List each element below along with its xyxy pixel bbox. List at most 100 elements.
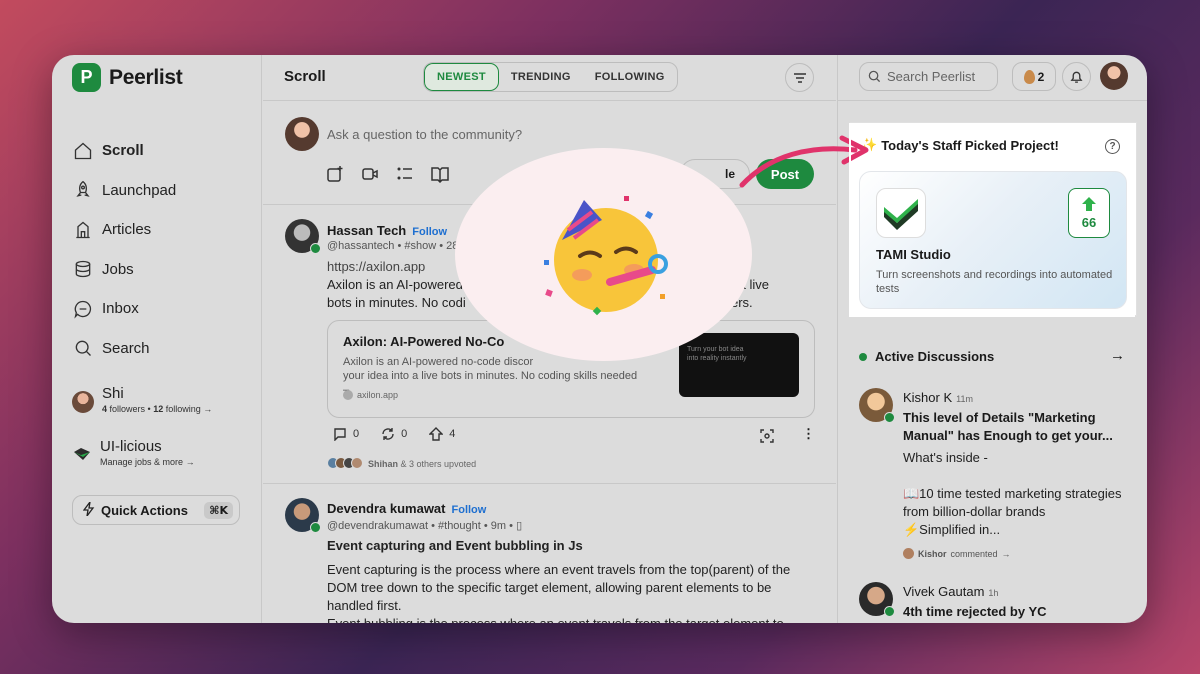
post-body-line: handled first.: [327, 598, 402, 613]
profile-name: Shi: [102, 385, 124, 402]
shortcut-badge: ⌘K: [204, 501, 233, 519]
composer-tools: [326, 165, 449, 183]
post-body-line: Event capturing is the process where an …: [327, 562, 791, 577]
post-body-line: Event bubbling is the process where an e…: [327, 615, 827, 623]
user-avatar[interactable]: [1100, 62, 1128, 90]
lightning-icon: [82, 501, 95, 519]
add-image-icon[interactable]: [326, 165, 344, 183]
quick-actions-label: Quick Actions: [101, 502, 188, 518]
peerlist-logo-icon: P: [72, 63, 101, 92]
sidebar-item-label: Scroll: [102, 142, 144, 160]
poll-icon[interactable]: [396, 165, 414, 183]
arrow-right-icon: →: [185, 457, 195, 467]
tami-studio-logo-icon: [876, 188, 926, 238]
post-author[interactable]: Hassan Tech Follow: [327, 223, 447, 238]
egg-coin-icon: [1023, 69, 1035, 84]
article-icon[interactable]: [431, 165, 449, 183]
profile-link[interactable]: Shi 4 followers • 12 following →: [72, 385, 212, 414]
arrow-right-icon[interactable]: →: [1110, 347, 1125, 364]
discussion-headline: 4th time rejected by YC: [903, 604, 1047, 619]
arrow-right-icon: →: [203, 404, 213, 414]
comment-button[interactable]: 0: [333, 427, 359, 441]
left-sidebar: P Peerlist Scroll Launchpad Articles Job…: [52, 55, 262, 623]
follow-button[interactable]: Follow: [412, 226, 447, 238]
search-input[interactable]: Search Peerlist: [859, 62, 998, 91]
discussion-item[interactable]: Kishor K 11m This level of Details "Marke…: [859, 388, 1139, 568]
composer-input[interactable]: Ask a question to the community?: [327, 127, 522, 142]
right-panel: Search Peerlist 2 ✨ Today's Staff Picked…: [837, 55, 1147, 623]
rocket-icon: [72, 179, 94, 201]
scan-icon[interactable]: [760, 429, 774, 448]
feed-tabs: NEWEST TRENDING FOLLOWING: [423, 62, 678, 92]
feed-header: Scroll NEWEST TRENDING FOLLOWING: [263, 55, 836, 101]
org-name: UI-licious: [100, 438, 162, 455]
staff-pick-widget: ✨ Today's Staff Picked Project! ? 66 TAM…: [851, 123, 1136, 315]
help-icon[interactable]: ?: [1105, 139, 1120, 154]
discussion-body-line: ⚡Simplified in...: [903, 522, 1001, 537]
discussion-author: Kishor K 11m: [903, 390, 973, 405]
notifications-button[interactable]: [1062, 62, 1091, 91]
more-options-icon[interactable]: ⋮: [802, 426, 815, 442]
avatar: [903, 548, 914, 559]
filter-icon: [793, 72, 806, 83]
live-dot-icon: [859, 352, 867, 361]
highlight-arrow-icon: [739, 135, 869, 188]
upvoters-row[interactable]: Shihan & 3 others upvoted: [327, 457, 476, 471]
search-icon: [72, 337, 94, 359]
follow-button[interactable]: Follow: [452, 504, 487, 516]
sidebar-item-articles[interactable]: Articles: [72, 210, 176, 250]
home-icon: [72, 140, 94, 162]
mobile-icon: ▯: [516, 520, 523, 532]
sidebar-item-search[interactable]: Search: [72, 329, 176, 369]
video-icon[interactable]: [361, 165, 379, 183]
celebration-overlay: [455, 148, 752, 361]
sidebar-item-label: Search: [102, 339, 150, 357]
discussion-item[interactable]: Vivek Gautam 1h 4th time rejected by YC: [859, 582, 1139, 622]
tab-trending[interactable]: TRENDING: [499, 63, 583, 91]
post-title: Event capturing and Event bubbling in Js: [327, 538, 583, 553]
project-name: TAMI Studio: [876, 247, 951, 262]
quick-actions-button[interactable]: Quick Actions ⌘K: [72, 495, 240, 525]
filter-button[interactable]: [785, 63, 814, 92]
search-icon: [868, 70, 881, 83]
articles-icon: [72, 219, 94, 241]
upvote-button[interactable]: 4: [429, 427, 455, 441]
avatar: [285, 117, 319, 151]
upvote-arrow-icon: [429, 427, 444, 441]
card-title: Axilon: AI-Powered No-Co: [343, 334, 505, 349]
right-header: Search Peerlist 2: [838, 55, 1147, 101]
avatar: [72, 391, 94, 413]
sidebar-item-scroll[interactable]: Scroll: [72, 131, 176, 171]
ui-licious-logo-icon: [74, 448, 90, 460]
discussion-body-line: What's inside -: [903, 450, 988, 465]
post-actions: 0 0 4: [333, 427, 455, 441]
org-link[interactable]: UI-licious Manage jobs & more →: [72, 438, 195, 467]
project-card[interactable]: 66 TAMI Studio Turn screenshots and reco…: [859, 171, 1127, 309]
verified-badge-icon: [884, 606, 895, 617]
sidebar-item-label: Inbox: [102, 300, 139, 318]
jobs-icon: [72, 258, 94, 280]
coins-button[interactable]: 2: [1012, 62, 1056, 91]
inbox-icon: [72, 298, 94, 320]
tab-newest[interactable]: NEWEST: [424, 63, 499, 91]
card-thumbnail: Turn your bot idea into reality instantl…: [679, 333, 799, 397]
sidebar-item-launchpad[interactable]: Launchpad: [72, 171, 176, 211]
app-name: Peerlist: [109, 65, 183, 89]
sidebar-item-inbox[interactable]: Inbox: [72, 289, 176, 329]
project-upvote-button[interactable]: 66: [1068, 188, 1110, 238]
peerlist-logo[interactable]: P Peerlist: [72, 63, 183, 92]
sidebar-item-label: Articles: [102, 221, 152, 239]
active-discussions-title: Active Discussions: [859, 349, 994, 364]
post-meta: @hassantech • #show • 28: [327, 240, 459, 252]
post-body-line: DOM tree down to the specific target ele…: [327, 580, 772, 595]
verified-badge-icon: [310, 243, 321, 254]
card-source: axilon.app: [343, 390, 398, 400]
tab-following[interactable]: FOLLOWING: [583, 63, 677, 91]
discussion-headline: This level of Details "Marketing Manual"…: [903, 410, 1113, 443]
project-description: Turn screenshots and recordings into aut…: [876, 269, 1113, 295]
party-face-emoji-icon: [543, 195, 668, 315]
post-author[interactable]: Devendra kumawat Follow: [327, 501, 486, 516]
staff-pick-title: ✨ Today's Staff Picked Project!: [861, 137, 1059, 153]
repost-button[interactable]: 0: [381, 427, 407, 441]
sidebar-item-jobs[interactable]: Jobs: [72, 250, 176, 290]
